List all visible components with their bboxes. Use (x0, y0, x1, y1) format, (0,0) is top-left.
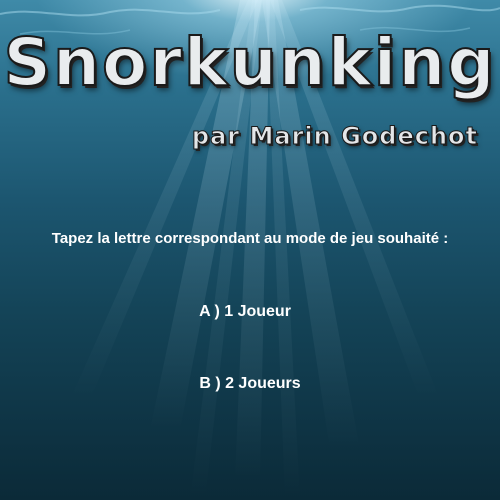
option-two-players[interactable]: B ) 2 Joueurs (0, 376, 500, 392)
option-one-player[interactable]: A ) 1 Joueur (0, 304, 495, 320)
game-title: Snorkunking (2, 24, 497, 101)
game-subtitle-author: par Marin Godechot (191, 122, 478, 150)
mode-selection-prompt: Tapez la lettre correspondant au mode de… (51, 230, 449, 247)
